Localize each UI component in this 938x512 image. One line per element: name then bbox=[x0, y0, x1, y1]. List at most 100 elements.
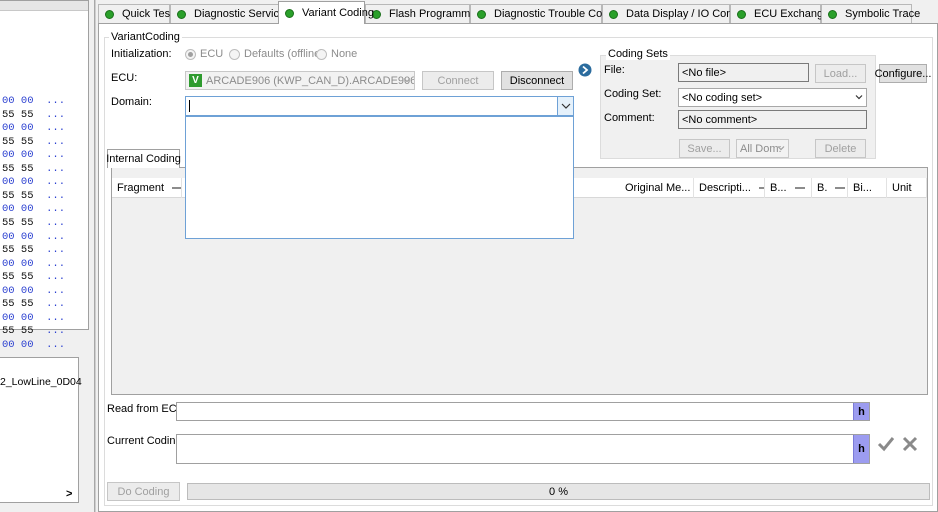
status-dot-icon bbox=[177, 9, 186, 19]
tab-label: Diagnostic Services bbox=[194, 8, 291, 20]
initialization-label: Initialization: bbox=[111, 48, 172, 60]
ecu-select[interactable]: V ARCADE906 (KWP_CAN_D).ARCADE906_Q2_ bbox=[185, 71, 415, 90]
column-header-original-meaning[interactable]: Original Me... bbox=[620, 178, 694, 198]
hex-row: 55 55 ... bbox=[2, 271, 65, 284]
status-dot-icon bbox=[477, 9, 486, 19]
chevron-down-icon bbox=[403, 78, 411, 83]
status-dot-icon bbox=[105, 9, 114, 19]
ecu-list-panel: 2_LowLine_0D04 bbox=[0, 357, 82, 503]
tab-data-display-io-control[interactable]: Data Display / IO Control bbox=[602, 4, 748, 23]
coding-progress-bar: 0 % bbox=[187, 483, 930, 500]
hex-ellipsis: ... bbox=[46, 176, 66, 189]
radio-button bbox=[229, 48, 240, 60]
ecu-label: ECU: bbox=[111, 72, 138, 84]
comment-label: Comment: bbox=[604, 112, 655, 124]
delete-button[interactable]: Delete bbox=[815, 139, 866, 158]
current-coding-field[interactable]: h bbox=[176, 434, 870, 464]
tab-label: Symbolic Trace bbox=[845, 8, 921, 20]
hex-format-toggle[interactable]: h bbox=[853, 435, 869, 463]
status-dot-icon bbox=[737, 9, 746, 19]
discard-x-icon[interactable] bbox=[901, 435, 919, 453]
hex-panel-header bbox=[0, 1, 88, 11]
column-filter-icon bbox=[794, 187, 805, 189]
connect-button[interactable]: Connect bbox=[422, 71, 494, 90]
tab-diagnostic-trouble-codes[interactable]: Diagnostic Trouble Codes bbox=[470, 4, 620, 23]
ecu-list-item[interactable]: 2_LowLine_0D04 bbox=[0, 376, 82, 388]
coding-set-label: Coding Set: bbox=[604, 88, 662, 100]
hex-bytes: 55 55 bbox=[2, 298, 34, 311]
all-domains-select[interactable]: All Dom: bbox=[736, 139, 789, 158]
main-tab-bar: Quick Test Diagnostic Services Variant C… bbox=[98, 1, 938, 24]
hex-row: 55 55 ... bbox=[2, 136, 65, 149]
hex-bytes: 00 00 bbox=[2, 338, 34, 351]
column-filter-icon bbox=[172, 187, 181, 189]
load-button[interactable]: Load... bbox=[815, 64, 866, 83]
do-coding-button[interactable]: Do Coding bbox=[107, 482, 180, 501]
hex-row: 55 55 ... bbox=[2, 325, 65, 338]
hex-bytes: 55 55 bbox=[2, 189, 34, 202]
hex-ellipsis: ... bbox=[46, 284, 66, 297]
hex-bytes: 00 00 bbox=[2, 122, 34, 135]
tab-diagnostic-services[interactable]: Diagnostic Services bbox=[170, 4, 291, 23]
hex-bytes: 55 55 bbox=[2, 135, 34, 148]
scroll-right-arrow[interactable]: > bbox=[66, 488, 72, 500]
hex-format-toggle[interactable]: h bbox=[853, 403, 869, 420]
tab-internal-coding[interactable]: Internal Coding bbox=[106, 149, 181, 168]
disconnect-button[interactable]: Disconnect bbox=[501, 71, 573, 90]
hex-ellipsis: ... bbox=[46, 325, 66, 338]
tab-quick-test[interactable]: Quick Test bbox=[98, 4, 173, 23]
domain-dropdown-button[interactable] bbox=[557, 97, 573, 115]
hex-ellipsis: ... bbox=[46, 122, 66, 135]
column-header-fragment[interactable]: Fragment bbox=[112, 178, 182, 198]
chevron-down-icon bbox=[561, 103, 571, 109]
init-option-defaults[interactable]: Defaults (offline) bbox=[229, 48, 324, 60]
all-domains-value: All Dom: bbox=[740, 142, 782, 155]
tab-symbolic-trace[interactable]: Symbolic Trace bbox=[821, 4, 920, 23]
ecu-variant-badge-icon: V bbox=[189, 74, 202, 87]
hex-row: 00 00 ... bbox=[2, 258, 65, 271]
panel-splitter[interactable] bbox=[94, 0, 96, 512]
current-coding-label: Current Coding: bbox=[107, 435, 185, 447]
domain-input-value[interactable] bbox=[189, 100, 190, 112]
chevron-down-icon bbox=[777, 146, 785, 151]
domain-dropdown-list[interactable] bbox=[185, 116, 574, 239]
hex-bytes: 55 55 bbox=[2, 162, 34, 175]
hex-row: 00 00 ... bbox=[2, 312, 65, 325]
column-header-unit[interactable]: Unit bbox=[887, 178, 927, 198]
column-header-b2[interactable]: B. bbox=[812, 178, 848, 198]
hex-row: 00 00 ... bbox=[2, 339, 65, 352]
hex-bytes: 55 55 bbox=[2, 325, 34, 338]
radio-label: None bbox=[331, 48, 358, 60]
column-header-b1[interactable]: B... bbox=[765, 178, 812, 198]
group-title: VariantCoding bbox=[109, 31, 182, 43]
hex-ellipsis: ... bbox=[46, 189, 66, 202]
hex-row: 55 55 ... bbox=[2, 109, 65, 122]
hex-ellipsis: ... bbox=[46, 257, 66, 270]
hex-ellipsis: ... bbox=[46, 108, 66, 121]
tab-variant-coding[interactable]: Variant Coding bbox=[278, 1, 374, 24]
tab-flash-programming[interactable]: Flash Programming bbox=[365, 4, 485, 23]
configure-button[interactable]: Configure... bbox=[875, 64, 931, 83]
column-header-description[interactable]: Descripti... bbox=[694, 178, 765, 198]
hex-bytes: 55 55 bbox=[2, 244, 34, 257]
coding-set-select[interactable]: <No coding set> bbox=[678, 88, 867, 107]
status-dot-icon bbox=[285, 8, 294, 18]
hex-bytes: 55 55 bbox=[2, 108, 34, 121]
save-button[interactable]: Save... bbox=[679, 139, 730, 158]
init-option-ecu[interactable]: ECU bbox=[185, 48, 223, 60]
init-option-none[interactable]: None bbox=[316, 48, 357, 60]
go-arrow-icon[interactable] bbox=[578, 63, 592, 77]
tab-ecu-exchange[interactable]: ECU Exchange bbox=[730, 4, 829, 23]
file-field: <No file> bbox=[678, 63, 809, 82]
column-header-bit[interactable]: Bi... bbox=[848, 178, 887, 198]
hex-ellipsis: ... bbox=[46, 298, 66, 311]
hex-bytes: 55 55 bbox=[2, 271, 34, 284]
hex-row: 55 55 ... bbox=[2, 298, 65, 311]
domain-combobox[interactable] bbox=[185, 96, 574, 116]
status-dot-icon bbox=[609, 9, 618, 19]
apply-check-icon[interactable] bbox=[877, 435, 895, 453]
radio-label: Defaults (offline) bbox=[244, 48, 324, 60]
hex-ellipsis: ... bbox=[46, 244, 66, 257]
column-filter-icon bbox=[758, 187, 764, 189]
domain-label: Domain: bbox=[111, 96, 152, 108]
